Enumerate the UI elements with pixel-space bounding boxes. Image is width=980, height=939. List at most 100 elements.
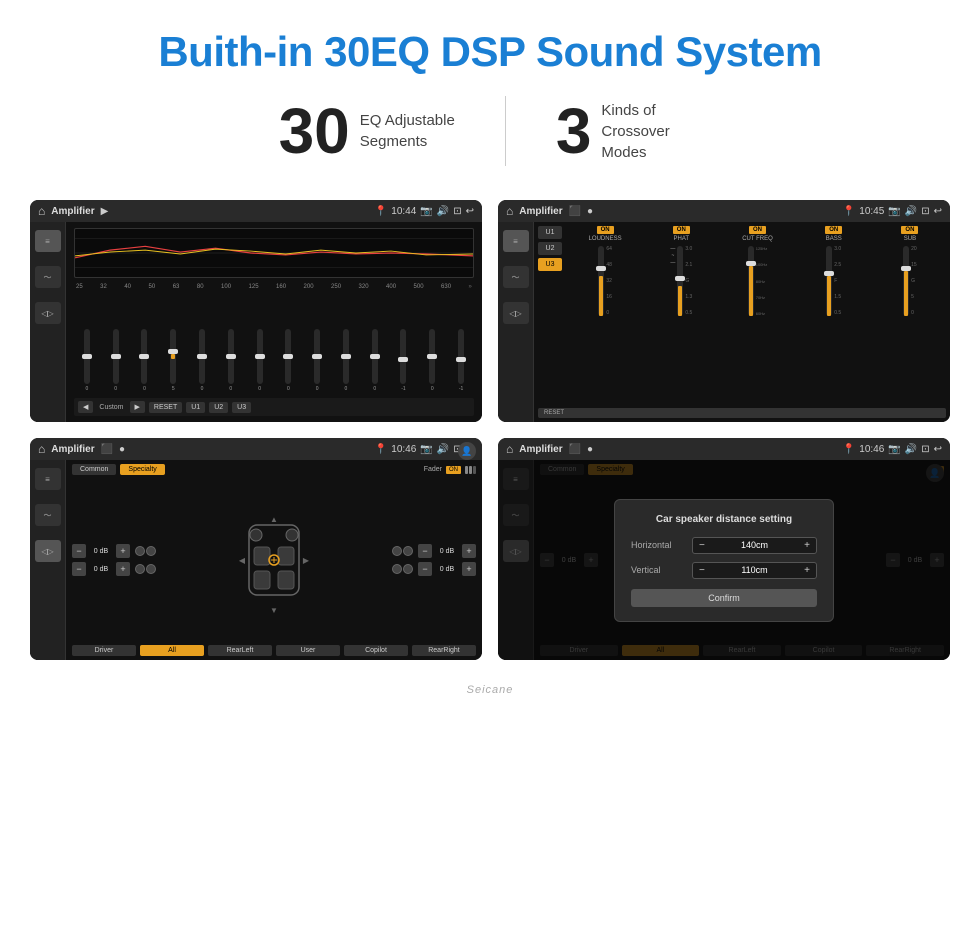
sidebar-eq-btn-3[interactable]: ≡	[35, 468, 61, 490]
vol-right-top-minus[interactable]: −	[418, 544, 432, 558]
eq-slider-5[interactable]: 0	[218, 329, 244, 392]
phat-on[interactable]: ON	[673, 226, 690, 234]
svg-text:◀: ◀	[239, 556, 246, 565]
svg-text:▲: ▲	[270, 515, 278, 524]
eq-slider-10[interactable]: 0	[362, 329, 388, 392]
distance-dialog: Car speaker distance setting Horizontal …	[614, 499, 834, 622]
rearleft-btn[interactable]: RearLeft	[208, 645, 272, 656]
sub-slider[interactable]	[903, 246, 909, 316]
sidebar-wave-btn-2[interactable]: 〜	[503, 266, 529, 288]
u3-btn[interactable]: U3	[232, 402, 251, 413]
vol-right-bottom-plus[interactable]: +	[462, 562, 476, 576]
fader-label: Fader	[424, 466, 442, 473]
preset-u1[interactable]: U1	[538, 226, 562, 239]
stat-crossover-number: 3	[556, 99, 592, 163]
custom-label: Custom	[99, 404, 123, 411]
eq-slider-13[interactable]: -1	[448, 329, 474, 392]
eq-slider-4[interactable]: 0	[189, 329, 215, 392]
horizontal-row: Horizontal − 140cm +	[631, 537, 817, 554]
vol-left-top-minus[interactable]: −	[72, 544, 86, 558]
prev-btn[interactable]: ◀	[78, 401, 93, 413]
loudness-on[interactable]: ON	[597, 226, 614, 234]
next-btn[interactable]: ▶	[130, 401, 145, 413]
back-icon-2[interactable]: ↩	[934, 206, 942, 217]
screen-content-crossover: ≡ 〜 ◁▷ U1 U2 U3 ON	[498, 222, 950, 422]
cutfreq-slider[interactable]	[748, 246, 754, 316]
sidebar-eq-btn[interactable]: ≡	[35, 230, 61, 252]
dialog-title: Car speaker distance setting	[631, 514, 817, 525]
crossover-channels: ON LOUDNESS 64 48 32	[569, 226, 946, 316]
stats-row: 30 EQ AdjustableSegments 3 Kinds ofCross…	[0, 86, 980, 190]
eq-slider-12[interactable]: 0	[419, 329, 445, 392]
bass-slider[interactable]	[826, 246, 832, 316]
eq-slider-2[interactable]: 0	[132, 329, 158, 392]
u2-btn[interactable]: U2	[209, 402, 228, 413]
stat-eq-label: EQ AdjustableSegments	[360, 110, 455, 152]
sidebar-vol-btn-2[interactable]: ◁▷	[503, 302, 529, 324]
vol-right-top-plus[interactable]: +	[462, 544, 476, 558]
back-icon-4[interactable]: ↩	[934, 444, 942, 455]
sidebar-vol-btn[interactable]: ◁▷	[35, 302, 61, 324]
topbar-time-crossover: 10:45	[859, 206, 884, 217]
phat-slider[interactable]	[677, 246, 683, 316]
vol-left-bottom-minus[interactable]: −	[72, 562, 86, 576]
channel-cutfreq: ON CUT FREQ 125Hz 100Hz 80Hz	[721, 226, 793, 316]
vol-left-top-plus[interactable]: +	[116, 544, 130, 558]
fader-on-badge[interactable]: ON	[446, 466, 461, 474]
specialty-btn[interactable]: Specialty	[120, 464, 164, 475]
vol-left-bottom-plus[interactable]: +	[116, 562, 130, 576]
home-icon-2[interactable]: ⌂	[506, 204, 513, 218]
common-btn[interactable]: Common	[72, 464, 116, 475]
vol-right-bottom-minus[interactable]: −	[418, 562, 432, 576]
volume-icon-2: 🔊	[905, 206, 917, 217]
sidebar-wave-btn-3[interactable]: 〜	[35, 504, 61, 526]
eq-slider-3[interactable]: 5	[160, 329, 186, 392]
loudness-slider[interactable]	[598, 246, 604, 316]
vertical-plus[interactable]: +	[802, 565, 812, 576]
sidebar-speaker1: ≡ 〜 ◁▷	[30, 460, 66, 660]
sub-on[interactable]: ON	[901, 226, 918, 234]
horizontal-minus[interactable]: −	[697, 540, 707, 551]
stat-crossover: 3 Kinds ofCrossover Modes	[506, 99, 752, 163]
horizontal-input: − 140cm +	[692, 537, 817, 554]
all-btn[interactable]: All	[140, 645, 204, 656]
eq-slider-9[interactable]: 0	[333, 329, 359, 392]
speaker-main: Common Specialty Fader ON 👤	[66, 460, 482, 660]
preset-u3[interactable]: U3	[538, 258, 562, 271]
eq-slider-7[interactable]: 0	[275, 329, 301, 392]
user-btn[interactable]: User	[276, 645, 340, 656]
home-icon-3[interactable]: ⌂	[38, 442, 45, 456]
cutfreq-on[interactable]: ON	[749, 226, 766, 234]
confirm-button[interactable]: Confirm	[631, 589, 817, 607]
preset-u2[interactable]: U2	[538, 242, 562, 255]
sidebar-spk-btn-3[interactable]: ◁▷	[35, 540, 61, 562]
rearright-btn[interactable]: RearRight	[412, 645, 476, 656]
driver-btn[interactable]: Driver	[72, 645, 136, 656]
reset-btn-eq1[interactable]: RESET	[149, 402, 182, 413]
eq-slider-8[interactable]: 0	[304, 329, 330, 392]
horizontal-plus[interactable]: +	[802, 540, 812, 551]
eq-slider-0[interactable]: 0	[74, 329, 100, 392]
reset-btn-crossover[interactable]: RESET	[538, 408, 946, 418]
crossover-header: U1 U2 U3 ON LOUDNESS	[538, 226, 946, 316]
home-icon-4[interactable]: ⌂	[506, 442, 513, 456]
sidebar-wave-btn[interactable]: 〜	[35, 266, 61, 288]
copilot-btn[interactable]: Copilot	[344, 645, 408, 656]
topbar-speaker1: ⌂ Amplifier ⬛ ● 📍 10:46 📷 🔊 ⊡ ↩	[30, 438, 482, 460]
home-icon[interactable]: ⌂	[38, 204, 45, 218]
u1-btn[interactable]: U1	[186, 402, 205, 413]
sidebar-eq-btn-2[interactable]: ≡	[503, 230, 529, 252]
channel-sub: ON SUB 20 15 G	[874, 226, 946, 316]
vertical-minus[interactable]: −	[697, 565, 707, 576]
vol-left-top-val: 0 dB	[89, 548, 113, 555]
eq-slider-6[interactable]: 0	[247, 329, 273, 392]
back-icon[interactable]: ↩	[466, 206, 474, 217]
screen-eq1: ⌂ Amplifier ▶ 📍 10:44 📷 🔊 ⊡ ↩ ≡ 〜 ◁▷	[30, 200, 482, 422]
stat-eq: 30 EQ AdjustableSegments	[229, 99, 505, 163]
eq-slider-11[interactable]: -1	[391, 329, 417, 392]
stat-crossover-label: Kinds ofCrossover Modes	[601, 100, 701, 163]
bass-on[interactable]: ON	[825, 226, 842, 234]
eq-slider-1[interactable]: 0	[103, 329, 129, 392]
speaker-bottom-btns: Driver All RearLeft User Copilot RearRig…	[72, 645, 476, 656]
vol-left-top-row: − 0 dB +	[72, 544, 156, 558]
